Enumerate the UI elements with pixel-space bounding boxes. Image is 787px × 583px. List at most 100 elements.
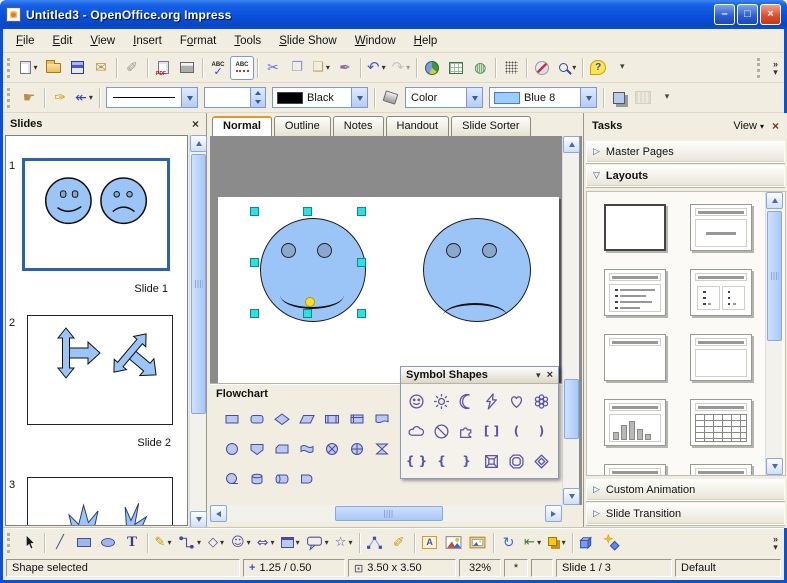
flowchart-direct-access-storage[interactable]: [270, 467, 293, 490]
toolbar-overflow[interactable]: »▾: [755, 58, 784, 78]
flowchart-card[interactable]: [270, 437, 293, 460]
connector-button[interactable]: ▾: [175, 531, 204, 555]
symbol-moon[interactable]: [454, 386, 479, 416]
spin-buttons[interactable]: [250, 88, 265, 107]
edit-points-mode-button[interactable]: ☛: [17, 86, 41, 110]
layout-title-chart[interactable]: [604, 399, 666, 446]
layout-title-bullets[interactable]: [604, 269, 666, 316]
symbol-puzzle[interactable]: [454, 416, 479, 446]
flowchart-decision[interactable]: [270, 407, 293, 430]
menu-insert[interactable]: Insert: [124, 32, 171, 50]
flowchart-internal-storage[interactable]: [345, 407, 368, 430]
extrusion-on-off-button[interactable]: [576, 531, 600, 555]
layout-title-two-content[interactable]: [690, 269, 752, 316]
flowchart-summing-junction[interactable]: [320, 437, 343, 460]
symbol-diamond-bevel[interactable]: [529, 446, 554, 476]
symbol-lightning-bolt[interactable]: [479, 386, 504, 416]
tab-normal[interactable]: Normal: [212, 116, 272, 136]
flowchart-punched-tape[interactable]: [295, 437, 318, 460]
flowchart-collate[interactable]: [370, 437, 393, 460]
fill-color-select[interactable]: Blue 8: [489, 87, 597, 108]
chevron-down-icon[interactable]: ▾: [760, 122, 764, 131]
toolbar-grip[interactable]: [7, 533, 14, 553]
dropdown-arrow-icon[interactable]: ▾: [325, 538, 329, 547]
insert-table-button[interactable]: [444, 56, 468, 80]
section-slide-transition[interactable]: ▷ Slide Transition: [586, 503, 785, 525]
scroll-up-button[interactable]: [766, 192, 783, 209]
dropdown-arrow-icon[interactable]: ▾: [296, 538, 300, 547]
symbol-octagon-bevel[interactable]: [504, 446, 529, 476]
cut-button[interactable]: ✂: [261, 56, 285, 80]
spin-down-icon[interactable]: [251, 98, 265, 108]
flowchart-alternate-process[interactable]: [245, 407, 268, 430]
symbol-right-parenthesis[interactable]: ): [529, 416, 554, 446]
layout-title-content[interactable]: [690, 334, 752, 381]
fill-button[interactable]: [378, 86, 402, 110]
paste-button[interactable]: ❑▾: [309, 56, 333, 80]
scroll-down-button[interactable]: [766, 458, 783, 475]
symbol-flower[interactable]: [529, 386, 554, 416]
slides-scrollbar[interactable]: [189, 135, 206, 528]
close-button[interactable]: ×: [760, 4, 781, 25]
layouts-scrollbar[interactable]: [765, 192, 782, 475]
title-bar[interactable]: Untitled3 - OpenOffice.org Impress – □ ×: [0, 0, 787, 29]
menu-edit[interactable]: Edit: [44, 32, 82, 50]
tab-handout[interactable]: Handout: [386, 116, 450, 136]
dropdown-arrow-icon[interactable]: ▾: [247, 538, 251, 547]
section-master-pages[interactable]: ▷ Master Pages: [586, 141, 785, 163]
dropdown-arrow-icon[interactable]: ▾: [572, 63, 576, 72]
selection-handle[interactable]: [357, 258, 366, 267]
menu-slide-show[interactable]: Slide Show: [270, 32, 346, 50]
dropdown-arrow-icon[interactable]: ▾: [406, 63, 410, 72]
minimize-button[interactable]: –: [714, 4, 735, 25]
new-document-button[interactable]: ▾: [17, 56, 41, 80]
dropdown-button[interactable]: [181, 88, 197, 107]
zoom-level[interactable]: 32%: [459, 559, 501, 577]
flowchart-document[interactable]: [370, 407, 393, 430]
flowchart-predefined-process[interactable]: [320, 407, 343, 430]
slide-thumbnail-2[interactable]: [27, 315, 173, 425]
scrollbar-thumb[interactable]: [767, 211, 782, 341]
frowny-face-shape[interactable]: [423, 218, 531, 322]
stars-button[interactable]: ☆▾: [332, 531, 356, 555]
dropdown-arrow-icon[interactable]: ▾: [220, 538, 224, 547]
toolbar-overflow[interactable]: »▾: [767, 535, 784, 551]
close-icon[interactable]: ×: [772, 119, 779, 133]
dropdown-arrow-icon[interactable]: ▾: [33, 63, 37, 72]
format-paintbrush-button[interactable]: ✒: [333, 56, 357, 80]
maximize-button[interactable]: □: [737, 4, 758, 25]
block-arrows-button[interactable]: ⇔▾: [254, 531, 278, 555]
scroll-up-button[interactable]: [190, 135, 207, 152]
line-button[interactable]: ╱: [48, 531, 72, 555]
curve-button[interactable]: ✎▾: [151, 531, 175, 555]
tab-notes[interactable]: Notes: [333, 116, 384, 136]
slides-list[interactable]: 1Slide 12Slide 23: [5, 135, 188, 526]
tab-outline[interactable]: Outline: [274, 116, 331, 136]
symbol-left-brace[interactable]: {: [429, 446, 454, 476]
dropdown-button[interactable]: [580, 88, 596, 107]
symbol-double-brace[interactable]: { }: [404, 446, 429, 476]
gallery-button[interactable]: [466, 531, 490, 555]
rectangle-button[interactable]: [72, 531, 96, 555]
line-color-select[interactable]: Black: [272, 87, 368, 108]
arrow-style-button[interactable]: ↞▾: [72, 86, 96, 110]
layout-blank[interactable]: [604, 204, 666, 251]
interaction-button[interactable]: [600, 531, 624, 555]
close-icon[interactable]: ×: [192, 117, 199, 131]
rotate-button[interactable]: ↻: [497, 531, 521, 555]
symbol-right-brace[interactable]: }: [454, 446, 479, 476]
callouts-button[interactable]: ▾: [303, 531, 332, 555]
slide-thumbnail-1[interactable]: [22, 158, 170, 271]
menu-view[interactable]: View: [81, 32, 124, 50]
tab-slide-sorter[interactable]: Slide Sorter: [451, 116, 530, 136]
chevron-down-icon[interactable]: ▾: [773, 68, 778, 76]
dropdown-arrow-icon[interactable]: ▾: [197, 538, 201, 547]
spin-up-icon[interactable]: [251, 88, 265, 98]
toolbar-options-button[interactable]: ▾: [655, 86, 679, 110]
basic-shapes-button[interactable]: ◇▾: [204, 531, 228, 555]
line-style-select[interactable]: [106, 87, 198, 108]
symbol-prohibited[interactable]: [429, 416, 454, 446]
dropdown-button[interactable]: [351, 88, 367, 107]
layout-title-content-3[interactable]: [690, 464, 752, 476]
flowchart-data[interactable]: [295, 407, 318, 430]
